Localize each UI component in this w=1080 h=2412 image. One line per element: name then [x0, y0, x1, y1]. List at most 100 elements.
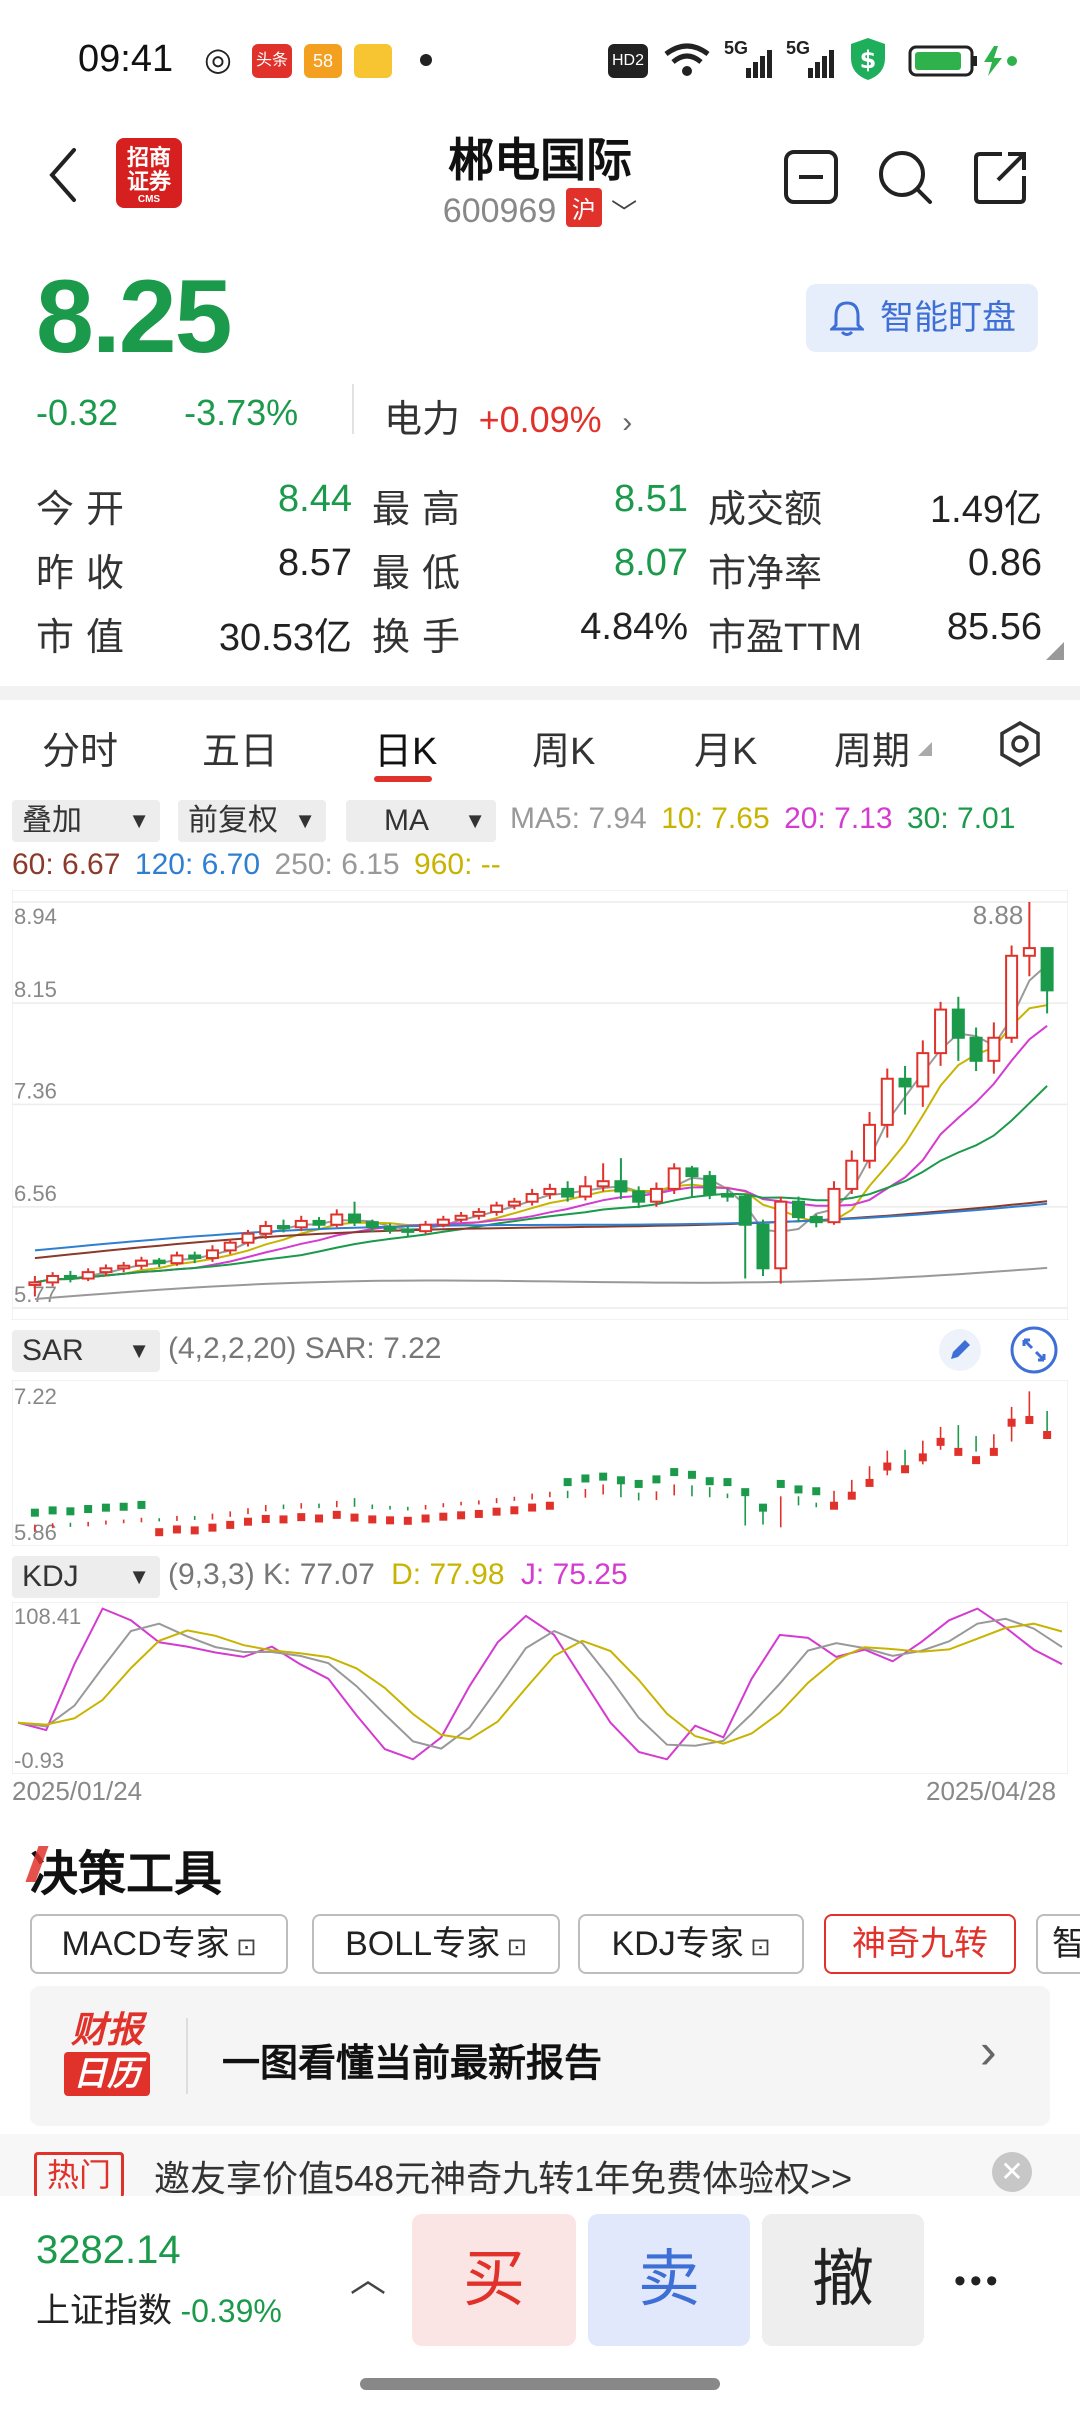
- sar-dot: [758, 1503, 767, 1512]
- candle-body: [454, 1214, 468, 1221]
- lock-icon: ⊡: [743, 1934, 771, 1961]
- share-button[interactable]: [972, 148, 1030, 206]
- indicator-selector[interactable]: MA ▼: [346, 800, 496, 842]
- back-button[interactable]: [40, 140, 90, 210]
- candle-body: [188, 1254, 202, 1260]
- candle-body: [561, 1187, 575, 1198]
- expand-corner-icon[interactable]: [1046, 642, 1064, 660]
- corner-caret-icon: [918, 742, 932, 756]
- tool-chip-3[interactable]: 神奇九转: [824, 1914, 1016, 1974]
- candle-body: [951, 1008, 965, 1039]
- kdj-ymin-label: -0.93: [14, 1748, 64, 1773]
- stat-label: 换手: [372, 617, 473, 659]
- hd-icon: HD2: [608, 44, 648, 78]
- candle-body: [827, 1187, 841, 1224]
- tool-chip-4[interactable]: 智: [1036, 1914, 1080, 1974]
- report-calendar-card[interactable]: 财报 日历 一图看懂当前最新报告 ›: [30, 1986, 1050, 2126]
- stat-value: 8.44: [278, 478, 352, 520]
- price-change: -0.32: [36, 392, 119, 433]
- sar-dot: [155, 1528, 164, 1537]
- sar-dot: [386, 1516, 395, 1525]
- sar-selector[interactable]: SAR ▼: [12, 1330, 160, 1372]
- last-price: 8.25: [36, 259, 232, 375]
- candle-body: [28, 1281, 42, 1286]
- candle-body: [117, 1264, 131, 1270]
- wechat-icon: ◎: [204, 41, 232, 77]
- candle-body: [134, 1259, 148, 1267]
- close-icon[interactable]: ✕: [992, 2152, 1032, 2192]
- sar-dot: [101, 1503, 110, 1512]
- sar-dot: [66, 1507, 75, 1516]
- search-button[interactable]: [876, 148, 934, 206]
- sar-dot: [403, 1516, 412, 1525]
- sar-dot: [474, 1509, 483, 1518]
- sar-dot: [901, 1465, 910, 1474]
- sell-button[interactable]: 卖: [588, 2214, 750, 2346]
- index-value: 3282.14: [36, 2228, 181, 2272]
- home-indicator[interactable]: [360, 2378, 720, 2390]
- signal-bars-2-icon: [808, 50, 834, 78]
- kdj-selector[interactable]: KDJ ▼: [12, 1556, 160, 1598]
- sar-dot: [1025, 1415, 1034, 1424]
- sar-dot: [776, 1479, 785, 1488]
- candle-body: [934, 1008, 948, 1055]
- stat-value: 4.84%: [580, 606, 688, 648]
- ma60-value: 60: 6.67: [12, 848, 121, 881]
- tab-4[interactable]: 月K: [694, 720, 757, 775]
- cancel-order-button[interactable]: 撤: [762, 2214, 924, 2346]
- edit-icon[interactable]: [938, 1328, 982, 1372]
- tab-2[interactable]: 日K: [374, 720, 437, 775]
- tab-1[interactable]: 五日: [202, 720, 278, 775]
- chevron-up-icon[interactable]: ︿: [350, 2250, 386, 2302]
- hot-promo-row[interactable]: 热门 邀友享价值548元神奇九转1年免费体验权>> ✕: [0, 2134, 1080, 2199]
- sar-dot: [510, 1506, 519, 1515]
- tool-chip-1[interactable]: BOLL专家 ⊡: [312, 1914, 560, 1974]
- candle-body: [969, 1036, 983, 1062]
- candle-body: [170, 1254, 184, 1265]
- candle-body: [330, 1213, 344, 1226]
- fullscreen-icon[interactable]: [1010, 1326, 1058, 1374]
- lock-icon: ⊡: [229, 1934, 257, 1961]
- caret-down-icon: ▼: [128, 1338, 150, 1363]
- sar-dot: [741, 1488, 750, 1497]
- k-line-chart[interactable]: 8.948.157.366.565.778.88: [12, 890, 1068, 1320]
- candle-body: [667, 1167, 681, 1190]
- report-text: 一图看懂当前最新报告: [222, 2043, 603, 2085]
- overlay-selector[interactable]: 叠加 ▼: [12, 800, 160, 842]
- divider: [352, 384, 354, 434]
- date-end: 2025/04/28: [926, 1776, 1057, 1806]
- kdj-chart[interactable]: 108.41 -0.93: [12, 1602, 1068, 1774]
- minimize-button[interactable]: [782, 148, 840, 206]
- candle-body: [401, 1228, 415, 1233]
- sar-dot: [634, 1479, 643, 1488]
- tool-chip-0[interactable]: MACD专家 ⊡: [30, 1914, 288, 1974]
- stock-code-selector[interactable]: 600969 沪 ﹀: [340, 188, 740, 231]
- settings-icon[interactable]: [996, 720, 1044, 768]
- smart-watch-button[interactable]: 智能盯盘: [806, 284, 1038, 352]
- buy-button[interactable]: 买: [412, 2214, 576, 2346]
- sar-chart[interactable]: 7.22 5.86: [12, 1380, 1068, 1546]
- sar-dot: [545, 1501, 554, 1510]
- sar-dot: [492, 1507, 501, 1516]
- app58-icon: 58: [304, 44, 342, 78]
- candle-body: [916, 1052, 930, 1088]
- sar-dot: [297, 1513, 306, 1522]
- sar-dot: [30, 1508, 39, 1517]
- decision-tools-text: 决策工具: [30, 1848, 223, 1901]
- tab-0[interactable]: 分时: [42, 720, 118, 775]
- tab-3[interactable]: 周K: [532, 720, 595, 775]
- more-icon[interactable]: •••: [954, 2262, 1002, 2301]
- tool-chip-2[interactable]: KDJ专家 ⊡: [578, 1914, 804, 1974]
- stat-value: 1.49亿: [930, 489, 1042, 531]
- sar-dot: [599, 1472, 608, 1481]
- ma250-value: 250: 6.15: [274, 848, 400, 881]
- section-separator: [0, 686, 1080, 700]
- chart-frame: [12, 1380, 1068, 1546]
- adjust-selector[interactable]: 前复权 ▼: [178, 800, 326, 842]
- sar-dot: [954, 1447, 963, 1456]
- market-badge: 沪: [565, 188, 602, 227]
- index-ticker[interactable]: 3282.14 上证指数 -0.39%: [36, 2228, 282, 2332]
- sar-params: (4,2,2,20) SAR: 7.22: [168, 1332, 442, 1365]
- tab-5[interactable]: 周期: [834, 720, 910, 775]
- sector-link[interactable]: 电力 +0.09% ›: [384, 388, 632, 443]
